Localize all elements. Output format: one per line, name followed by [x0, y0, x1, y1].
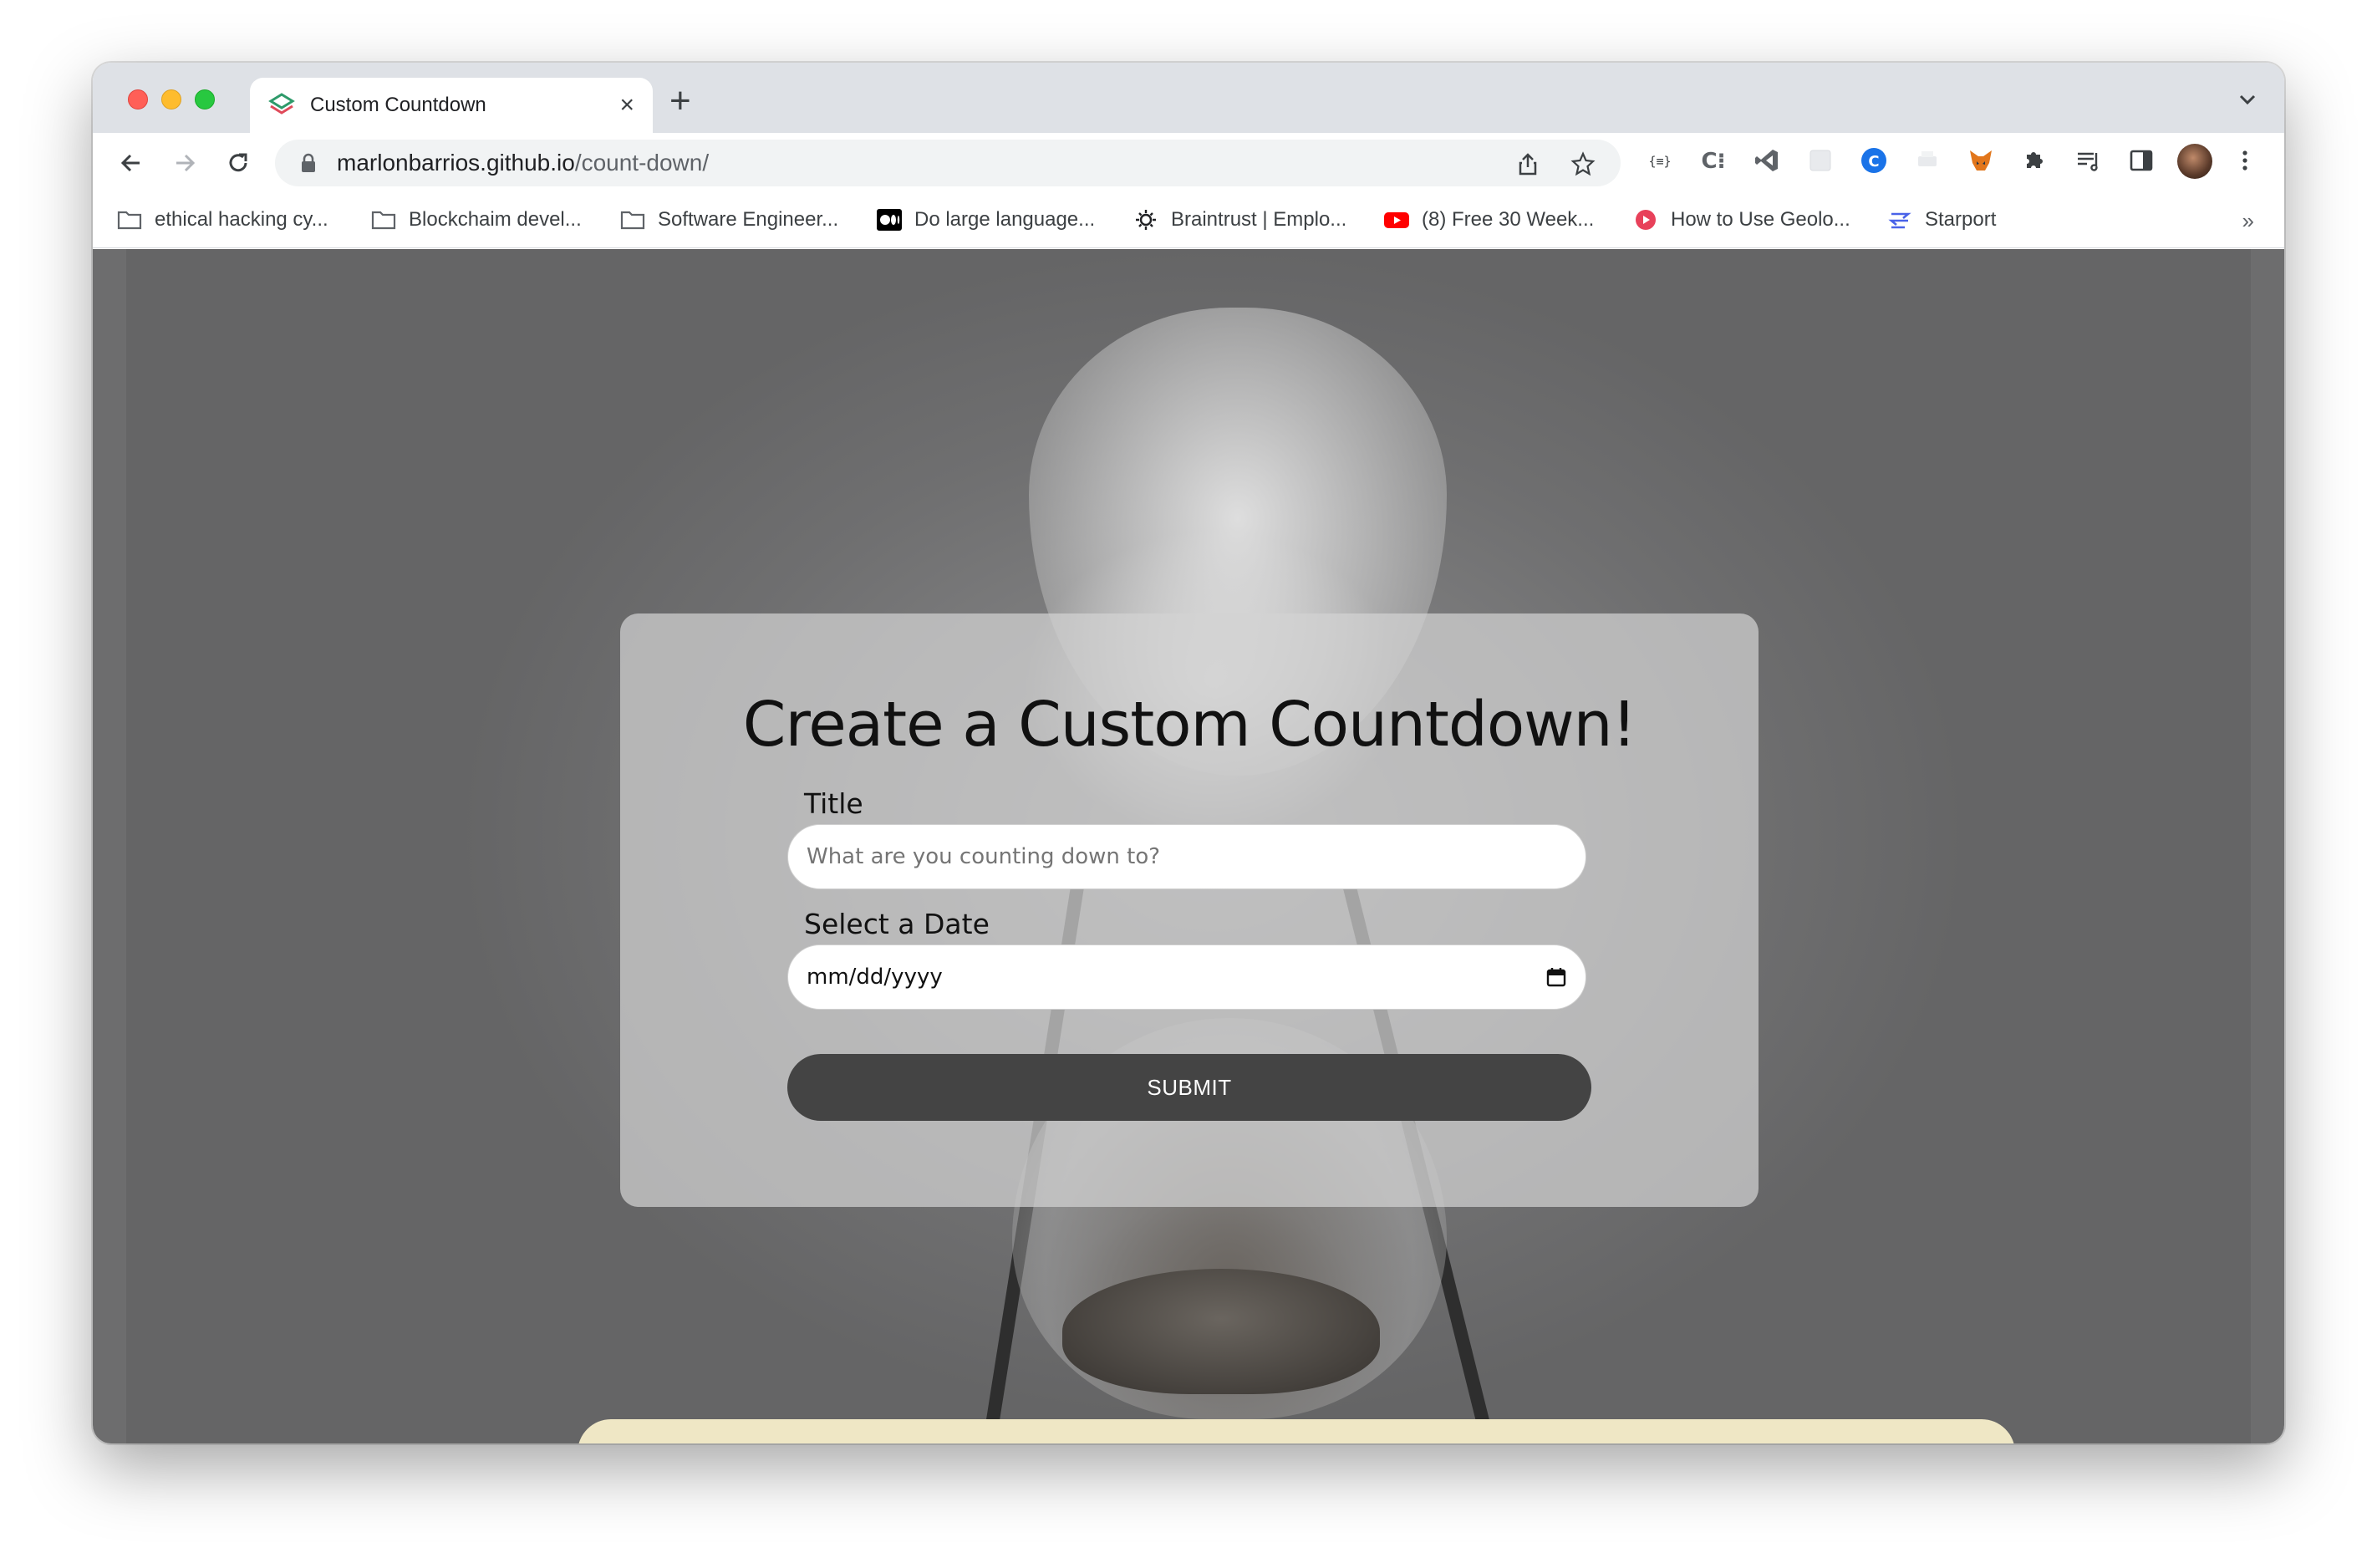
folder-icon — [371, 211, 396, 230]
submit-button[interactable]: SUBMIT — [787, 1054, 1591, 1121]
bookmark-label: ethical hacking cy... — [155, 208, 328, 231]
bookmark-item[interactable]: (8) Free 30 Week... — [1383, 205, 1594, 235]
star-icon[interactable] — [1570, 151, 1596, 176]
bookmarks-overflow-button[interactable]: » — [2242, 208, 2254, 234]
url-host: marlonbarrios.github.io — [337, 150, 575, 176]
bookmark-label: Blockchaim devel... — [409, 208, 582, 231]
back-arrow-icon[interactable] — [116, 148, 146, 178]
json-viewer-extension-icon[interactable]: {≡} — [1646, 146, 1674, 175]
browser-toolbar: marlonbarrios.github.io/count-down/ {≡} … — [93, 133, 2284, 193]
reading-list-icon[interactable] — [2074, 146, 2102, 175]
bookmark-item[interactable]: Do large language... — [876, 205, 1095, 235]
tab-strip: Custom Countdown × + — [93, 63, 2284, 133]
medium-icon — [877, 209, 902, 231]
css-extension-icon[interactable]: C⁝ — [1699, 146, 1728, 175]
bookmark-item[interactable]: Blockchaim devel... — [370, 205, 582, 235]
bookmark-item[interactable]: ethical hacking cy... — [116, 205, 328, 235]
bookmark-item[interactable]: Software Engineer... — [619, 205, 838, 235]
new-tab-button[interactable]: + — [669, 83, 691, 120]
profile-avatar[interactable] — [2177, 144, 2212, 179]
hourglass-sand — [1062, 1269, 1380, 1394]
chevron-down-icon[interactable] — [2236, 88, 2259, 111]
page-viewport: Create a Custom Countdown! Title What ar… — [93, 249, 2284, 1443]
starport-icon — [1888, 212, 1911, 229]
forward-arrow-icon[interactable] — [170, 148, 200, 178]
hourglass-base — [578, 1419, 2015, 1443]
bookmark-label: (8) Free 30 Week... — [1422, 208, 1595, 231]
title-field-label: Title — [804, 787, 863, 820]
share-icon[interactable] — [1515, 151, 1540, 176]
bookmark-label: Software Engineer... — [658, 208, 839, 231]
tab-custom-countdown[interactable]: Custom Countdown × — [250, 78, 653, 133]
bookmark-item[interactable]: Braintrust | Emplo... — [1133, 205, 1346, 235]
maximize-window-button[interactable] — [195, 89, 215, 109]
lock-icon[interactable] — [300, 153, 317, 173]
page-title: Create a Custom Countdown! — [742, 689, 1636, 761]
date-input[interactable]: mm/dd/yyyy — [787, 944, 1586, 1010]
minimize-window-button[interactable] — [161, 89, 181, 109]
tab-close-icon[interactable]: × — [619, 93, 634, 118]
bookmark-label: Starport — [1925, 208, 1997, 231]
url-path: /count-down/ — [574, 150, 710, 176]
calendar-icon[interactable] — [1545, 966, 1567, 988]
metamask-fox-icon[interactable] — [1967, 146, 1995, 175]
puzzle-extensions-icon[interactable] — [2020, 146, 2049, 175]
bookmark-item[interactable]: How to Use Geolo... — [1632, 205, 1850, 235]
browser-window: Custom Countdown × + marlonbarrios.githu… — [93, 63, 2284, 1443]
printer-extension-icon[interactable] — [1913, 146, 1942, 175]
bookmark-label: How to Use Geolo... — [1671, 208, 1850, 231]
youtube-icon — [1384, 212, 1409, 228]
grid-extension-icon[interactable] — [1806, 146, 1835, 175]
play-icon — [1636, 210, 1656, 230]
vscode-extension-icon[interactable] — [1753, 146, 1781, 175]
braintrust-icon — [1136, 210, 1156, 230]
close-window-button[interactable] — [128, 89, 148, 109]
title-input[interactable]: What are you counting down to? — [787, 824, 1586, 889]
countdown-form-card: Create a Custom Countdown! Title What ar… — [620, 613, 1759, 1207]
bookmarks-bar: ethical hacking cy... Blockchaim devel..… — [93, 193, 2284, 248]
tab-title: Custom Countdown — [310, 94, 486, 116]
countdown-favicon-icon — [268, 93, 295, 115]
bookmark-label: Braintrust | Emplo... — [1171, 208, 1347, 231]
reload-icon[interactable] — [223, 148, 253, 178]
folder-icon — [117, 211, 142, 230]
grammarly-extension-icon[interactable]: C — [1860, 146, 1888, 175]
date-field-label: Select a Date — [804, 908, 990, 940]
folder-icon — [620, 211, 645, 230]
bookmark-label: Do large language... — [914, 208, 1096, 231]
svg-text:C⁝: C⁝ — [1702, 149, 1726, 174]
address-bar[interactable]: marlonbarrios.github.io/count-down/ — [275, 140, 1621, 186]
more-vertical-icon[interactable] — [2231, 146, 2259, 175]
date-placeholder: mm/dd/yyyy — [807, 965, 943, 990]
side-panel-icon[interactable] — [2127, 146, 2156, 175]
svg-text:{≡}: {≡} — [1648, 154, 1671, 169]
svg-text:C: C — [1868, 153, 1879, 171]
bookmark-item[interactable]: Starport — [1886, 205, 1996, 235]
